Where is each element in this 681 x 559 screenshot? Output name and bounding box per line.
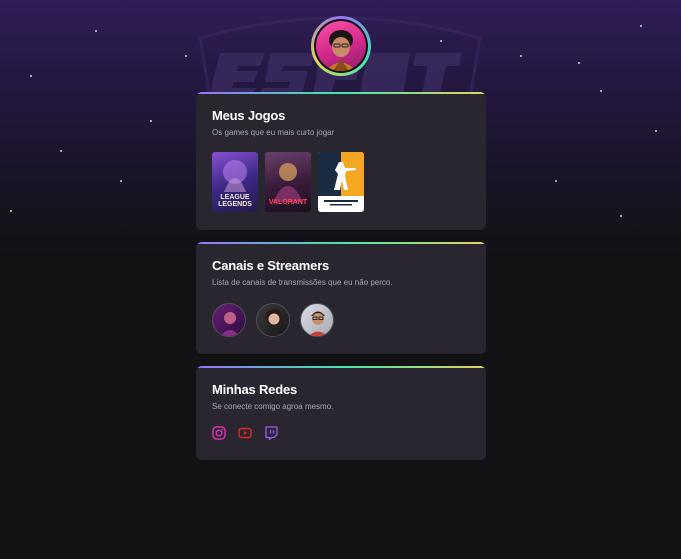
game-valorant[interactable]: VALORANT (265, 152, 311, 212)
socials-card: Minhas Redes Se conecte comigo agroa mes… (196, 366, 486, 460)
game-counter-strike[interactable] (318, 152, 364, 212)
streamers-card: Canais e Streamers Lista de canais de tr… (196, 242, 486, 354)
lol-logo-line2: LEGENDS (218, 201, 252, 208)
streamers-card-subtitle: Lista de canais de transmissões que eu n… (212, 278, 393, 287)
social-links (212, 426, 470, 440)
streamer-avatar[interactable] (256, 303, 290, 337)
streamers-card-title: Canais e Streamers (212, 258, 330, 273)
games-card-title: Meus Jogos (212, 108, 286, 123)
game-league-of-legends[interactable]: LEAGUE LEGENDS (212, 152, 258, 212)
games-card: Meus Jogos Os games que eu mais curto jo… (196, 92, 486, 230)
valorant-logo-text: VALORANT (268, 199, 308, 206)
games-card-subtitle: Os games que eu mais curto jogar (212, 128, 335, 137)
twitch-icon[interactable] (264, 426, 278, 440)
streamers-list (212, 303, 470, 337)
profile-photo (316, 21, 366, 71)
instagram-icon[interactable] (212, 426, 226, 440)
youtube-icon[interactable] (238, 426, 252, 440)
streamer-avatar[interactable] (300, 303, 334, 337)
socials-card-title: Minhas Redes (212, 382, 298, 397)
socials-card-subtitle: Se conecte comigo agroa mesmo. (212, 402, 334, 411)
lol-logo-line1: LEAGUE (220, 194, 250, 201)
profile-avatar[interactable] (311, 16, 371, 76)
games-list: LEAGUE LEGENDS VALORANT (212, 152, 470, 212)
streamer-avatar[interactable] (212, 303, 246, 337)
cs-soldier-icon (318, 152, 364, 206)
